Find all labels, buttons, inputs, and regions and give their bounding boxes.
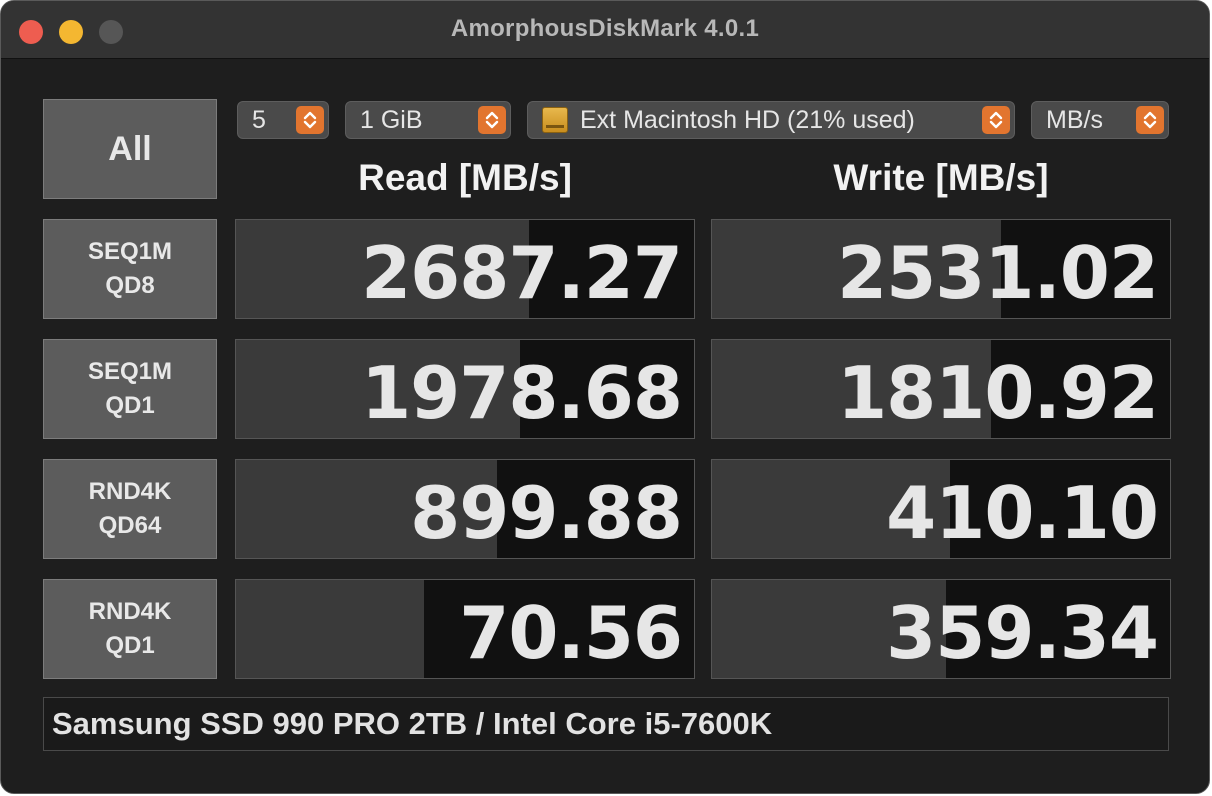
comment-field[interactable]: Samsung SSD 990 PRO 2TB / Intel Core i5-…: [43, 697, 1169, 751]
up-down-chevron-icon: [1136, 106, 1164, 134]
write-result-seq1m-qd1: 1810.92: [711, 339, 1171, 439]
read-column-header: Read [MB/s]: [358, 157, 572, 198]
read-result-rnd4k-qd64: 899.88: [235, 459, 695, 559]
test-name: SEQ1M: [87, 358, 173, 385]
write-result-seq1m-qd8: 2531.02: [711, 219, 1171, 319]
test-queue-depth: QD8: [105, 272, 155, 299]
target-disk-value: Ext Macintosh HD (21% used): [580, 105, 915, 134]
runs-value: 5: [252, 105, 266, 134]
unit-value: MB/s: [1046, 105, 1103, 134]
main-panel: All 5 1 GiB Ext Macintosh HD (21% used) …: [21, 79, 1191, 789]
test-name: SEQ1M: [87, 238, 173, 265]
up-down-chevron-icon: [296, 106, 324, 134]
test-queue-depth: QD1: [105, 392, 155, 419]
up-down-chevron-icon: [478, 106, 506, 134]
write-column-header: Write [MB/s]: [833, 157, 1049, 198]
read-speed-value: 2687.27: [361, 231, 683, 315]
write-speed-value: 2531.02: [837, 231, 1159, 315]
app-window: AmorphousDiskMark 4.0.1 All 5 1 GiB Ext …: [0, 0, 1210, 794]
write-speed-value: 1810.92: [837, 351, 1159, 435]
read-speed-value: 899.88: [410, 471, 683, 555]
test-size-value: 1 GiB: [360, 105, 423, 134]
test-name: RND4K: [88, 478, 172, 505]
external-drive-icon: [542, 107, 568, 133]
write-speed-value: 410.10: [886, 471, 1159, 555]
read-result-seq1m-qd1: 1978.68: [235, 339, 695, 439]
comment-text: Samsung SSD 990 PRO 2TB / Intel Core i5-…: [52, 706, 773, 741]
read-speed-bar: [236, 580, 424, 678]
test-size-select[interactable]: 1 GiB: [345, 101, 511, 139]
read-result-rnd4k-qd1: 70.56: [235, 579, 695, 679]
runs-select[interactable]: 5: [237, 101, 329, 139]
test-queue-depth: QD1: [105, 632, 155, 659]
title-bar[interactable]: AmorphousDiskMark 4.0.1: [1, 1, 1209, 59]
read-result-seq1m-qd8: 2687.27: [235, 219, 695, 319]
write-speed-value: 359.34: [886, 591, 1159, 675]
read-speed-value: 70.56: [459, 591, 683, 675]
window-title: AmorphousDiskMark 4.0.1: [450, 15, 760, 42]
target-disk-select[interactable]: Ext Macintosh HD (21% used): [527, 101, 1015, 139]
test-button-seq1m-qd1[interactable]: SEQ1M QD1: [43, 339, 217, 439]
test-button-rnd4k-qd64[interactable]: RND4K QD64: [43, 459, 217, 559]
all-tests-label: All: [108, 130, 152, 168]
test-button-rnd4k-qd1[interactable]: RND4K QD1: [43, 579, 217, 679]
test-button-seq1m-qd8[interactable]: SEQ1M QD8: [43, 219, 217, 319]
write-result-rnd4k-qd64: 410.10: [711, 459, 1171, 559]
test-name: RND4K: [88, 598, 172, 625]
all-tests-button[interactable]: All: [43, 99, 217, 199]
up-down-chevron-icon: [982, 106, 1010, 134]
test-queue-depth: QD64: [98, 512, 162, 539]
read-speed-value: 1978.68: [361, 351, 683, 435]
write-result-rnd4k-qd1: 359.34: [711, 579, 1171, 679]
unit-select[interactable]: MB/s: [1031, 101, 1169, 139]
